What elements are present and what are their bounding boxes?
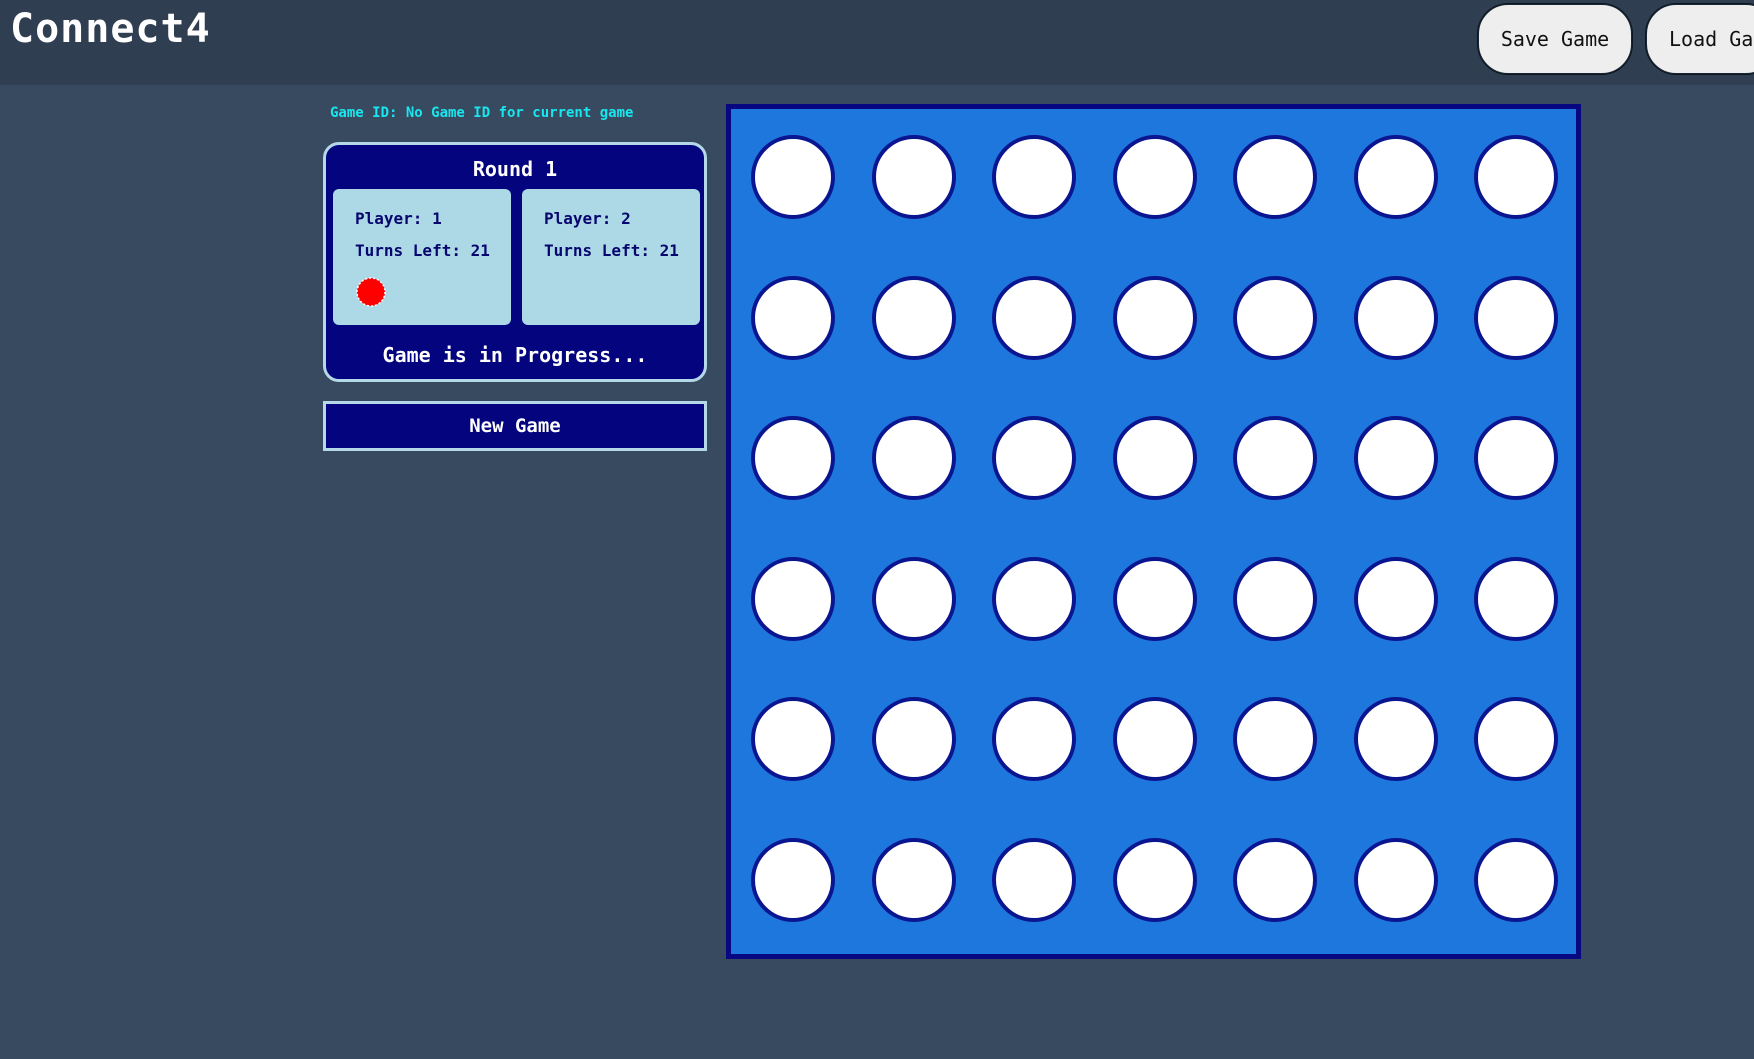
player-label: Player: 1 [355,209,442,228]
board-slot-r3-c2[interactable] [871,416,956,500]
board-slot-r1-c3[interactable] [992,135,1076,219]
board-slot-r6-c5[interactable] [1233,837,1317,922]
game-id-label: Game ID: No Game ID for current game [330,105,634,121]
board-slot-r1-c2[interactable] [871,135,956,219]
board-slot-r2-c2[interactable] [871,275,956,360]
board-slot-r3-c3[interactable] [992,416,1076,500]
board-slot-r1-c6[interactable] [1353,135,1438,219]
board-slot-r6-c1[interactable] [751,837,835,922]
header-bar: Connect4 Save Game Load Game [0,0,1754,85]
board-slot-r2-c3[interactable] [992,275,1076,360]
board-slot-r5-c2[interactable] [871,697,956,781]
game-board [726,104,1581,959]
turns-left-label: Turns Left: 21 [544,241,679,260]
board-slot-r3-c1[interactable] [751,416,835,500]
board-slot-r4-c5[interactable] [1233,556,1317,641]
board-slot-r1-c7[interactable] [1474,135,1558,219]
board-slot-r4-c6[interactable] [1353,556,1438,641]
board-slot-r2-c4[interactable] [1112,275,1197,360]
board-slot-r2-c5[interactable] [1233,275,1317,360]
round-label: Round 1 [472,157,558,181]
board-slot-r5-c5[interactable] [1233,697,1317,781]
board-slot-r6-c2[interactable] [871,837,956,922]
board-slot-r4-c3[interactable] [992,556,1076,641]
load-game-button[interactable]: Load Game [1646,4,1754,74]
player-card-2: Player: 2 Turns Left: 21 [522,189,700,325]
player-label: Player: 2 [544,209,631,228]
board-slot-r4-c4[interactable] [1112,556,1197,641]
board-slot-r6-c3[interactable] [992,837,1076,922]
board-slot-r5-c1[interactable] [751,697,835,781]
board-slot-r1-c4[interactable] [1112,135,1197,219]
board-slot-r5-c7[interactable] [1474,697,1558,781]
board-slot-r2-c7[interactable] [1474,275,1558,360]
board-slot-r5-c4[interactable] [1112,697,1197,781]
board-slot-r5-c6[interactable] [1353,697,1438,781]
current-turn-token-icon [356,277,386,307]
app-title: Connect4 [10,6,211,52]
board-slot-r4-c2[interactable] [871,556,956,641]
board-slot-r3-c6[interactable] [1353,416,1438,500]
board-slot-r3-c5[interactable] [1233,416,1317,500]
board-slot-r1-c1[interactable] [751,135,835,219]
board-slot-r3-c7[interactable] [1474,416,1558,500]
board-slot-r3-c4[interactable] [1112,416,1197,500]
new-game-button[interactable]: New Game [323,401,707,451]
game-status-message: Game is in Progress... [382,343,648,367]
board-slot-r2-c1[interactable] [751,275,835,360]
board-slot-r4-c1[interactable] [751,556,835,641]
player-card-1: Player: 1 Turns Left: 21 [333,189,511,325]
board-slot-r6-c4[interactable] [1112,837,1197,922]
board-slot-r1-c5[interactable] [1233,135,1317,219]
board-slot-r2-c6[interactable] [1353,275,1438,360]
save-game-button[interactable]: Save Game [1478,4,1632,74]
game-status-panel: Round 1 Player: 1 Turns Left: 21 Player:… [323,142,707,382]
board-slot-r6-c6[interactable] [1353,837,1438,922]
board-slot-r5-c3[interactable] [992,697,1076,781]
board-slot-r4-c7[interactable] [1474,556,1558,641]
board-slot-r6-c7[interactable] [1474,837,1558,922]
turns-left-label: Turns Left: 21 [355,241,490,260]
